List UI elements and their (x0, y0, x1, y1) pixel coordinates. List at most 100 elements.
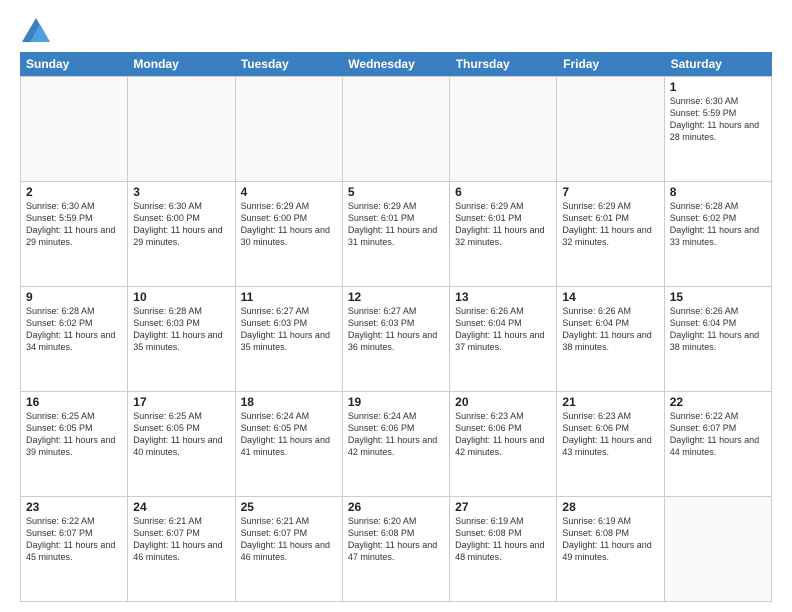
day-number: 14 (562, 290, 658, 304)
day-number: 22 (670, 395, 766, 409)
day-cell-13: 13Sunrise: 6:26 AM Sunset: 6:04 PM Dayli… (450, 287, 557, 392)
day-cell-18: 18Sunrise: 6:24 AM Sunset: 6:05 PM Dayli… (236, 392, 343, 497)
header-day-sunday: Sunday (20, 52, 127, 76)
day-info: Sunrise: 6:21 AM Sunset: 6:07 PM Dayligh… (133, 515, 229, 564)
day-number: 28 (562, 500, 658, 514)
day-info: Sunrise: 6:23 AM Sunset: 6:06 PM Dayligh… (562, 410, 658, 459)
day-number: 17 (133, 395, 229, 409)
day-info: Sunrise: 6:20 AM Sunset: 6:08 PM Dayligh… (348, 515, 444, 564)
empty-cell (665, 497, 772, 602)
calendar-body: 1 Sunrise: 6:30 AM Sunset: 5:59 PM Daylig… (20, 76, 772, 602)
day-cell-10: 10Sunrise: 6:28 AM Sunset: 6:03 PM Dayli… (128, 287, 235, 392)
day-cell-20: 20Sunrise: 6:23 AM Sunset: 6:06 PM Dayli… (450, 392, 557, 497)
calendar-row-3: 16Sunrise: 6:25 AM Sunset: 6:05 PM Dayli… (21, 392, 772, 497)
page: SundayMondayTuesdayWednesdayThursdayFrid… (0, 0, 792, 612)
day-number: 26 (348, 500, 444, 514)
day-info: Sunrise: 6:26 AM Sunset: 6:04 PM Dayligh… (455, 305, 551, 354)
calendar-row-4: 23Sunrise: 6:22 AM Sunset: 6:07 PM Dayli… (21, 497, 772, 602)
day-number: 4 (241, 185, 337, 199)
day-info: Sunrise: 6:19 AM Sunset: 6:08 PM Dayligh… (455, 515, 551, 564)
day-info: Sunrise: 6:28 AM Sunset: 6:03 PM Dayligh… (133, 305, 229, 354)
calendar-row-2: 9Sunrise: 6:28 AM Sunset: 6:02 PM Daylig… (21, 287, 772, 392)
day-info: Sunrise: 6:27 AM Sunset: 6:03 PM Dayligh… (348, 305, 444, 354)
day-cell-6: 6Sunrise: 6:29 AM Sunset: 6:01 PM Daylig… (450, 182, 557, 287)
logo-icon (20, 16, 52, 44)
day-number: 20 (455, 395, 551, 409)
day-number: 18 (241, 395, 337, 409)
day-cell-15: 15Sunrise: 6:26 AM Sunset: 6:04 PM Dayli… (665, 287, 772, 392)
day-info: Sunrise: 6:28 AM Sunset: 6:02 PM Dayligh… (670, 200, 766, 249)
day-info: Sunrise: 6:29 AM Sunset: 6:01 PM Dayligh… (562, 200, 658, 249)
day-number: 24 (133, 500, 229, 514)
day-cell-8: 8Sunrise: 6:28 AM Sunset: 6:02 PM Daylig… (665, 182, 772, 287)
day-info: Sunrise: 6:22 AM Sunset: 6:07 PM Dayligh… (26, 515, 122, 564)
header-day-monday: Monday (127, 52, 234, 76)
day-cell-11: 11Sunrise: 6:27 AM Sunset: 6:03 PM Dayli… (236, 287, 343, 392)
day-number: 10 (133, 290, 229, 304)
day-cell-19: 19Sunrise: 6:24 AM Sunset: 6:06 PM Dayli… (343, 392, 450, 497)
day-info: Sunrise: 6:24 AM Sunset: 6:06 PM Dayligh… (348, 410, 444, 459)
day-number: 7 (562, 185, 658, 199)
day-info: Sunrise: 6:25 AM Sunset: 6:05 PM Dayligh… (133, 410, 229, 459)
day-cell-9: 9Sunrise: 6:28 AM Sunset: 6:02 PM Daylig… (21, 287, 128, 392)
calendar: SundayMondayTuesdayWednesdayThursdayFrid… (20, 52, 772, 602)
header-day-saturday: Saturday (665, 52, 772, 76)
day-number: 6 (455, 185, 551, 199)
day-info: Sunrise: 6:22 AM Sunset: 6:07 PM Dayligh… (670, 410, 766, 459)
day-cell-1: 1Sunrise: 6:30 AM Sunset: 5:59 PM Daylig… (665, 77, 772, 182)
empty-cell (450, 77, 557, 182)
day-cell-17: 17Sunrise: 6:25 AM Sunset: 6:05 PM Dayli… (128, 392, 235, 497)
calendar-header: SundayMondayTuesdayWednesdayThursdayFrid… (20, 52, 772, 76)
day-info: Sunrise: 6:29 AM Sunset: 6:00 PM Dayligh… (241, 200, 337, 249)
logo (20, 16, 56, 44)
day-number: 16 (26, 395, 122, 409)
day-cell-2: 2Sunrise: 6:30 AM Sunset: 5:59 PM Daylig… (21, 182, 128, 287)
day-info: Sunrise: 6:27 AM Sunset: 6:03 PM Dayligh… (241, 305, 337, 354)
day-cell-12: 12Sunrise: 6:27 AM Sunset: 6:03 PM Dayli… (343, 287, 450, 392)
day-number: 11 (241, 290, 337, 304)
day-number: 25 (241, 500, 337, 514)
day-number: 8 (670, 185, 766, 199)
day-info: Sunrise: 6:23 AM Sunset: 6:06 PM Dayligh… (455, 410, 551, 459)
day-cell-26: 26Sunrise: 6:20 AM Sunset: 6:08 PM Dayli… (343, 497, 450, 602)
empty-cell (343, 77, 450, 182)
header (20, 16, 772, 44)
day-cell-3: 3Sunrise: 6:30 AM Sunset: 6:00 PM Daylig… (128, 182, 235, 287)
day-info: Sunrise: 6:30 AM Sunset: 5:59 PM Dayligh… (26, 200, 122, 249)
day-info: Sunrise: 6:29 AM Sunset: 6:01 PM Dayligh… (348, 200, 444, 249)
day-info: Sunrise: 6:30 AM Sunset: 6:00 PM Dayligh… (133, 200, 229, 249)
day-cell-5: 5Sunrise: 6:29 AM Sunset: 6:01 PM Daylig… (343, 182, 450, 287)
day-cell-21: 21Sunrise: 6:23 AM Sunset: 6:06 PM Dayli… (557, 392, 664, 497)
empty-cell (557, 77, 664, 182)
day-number: 12 (348, 290, 444, 304)
day-cell-7: 7Sunrise: 6:29 AM Sunset: 6:01 PM Daylig… (557, 182, 664, 287)
header-day-thursday: Thursday (450, 52, 557, 76)
day-info: Sunrise: 6:19 AM Sunset: 6:08 PM Dayligh… (562, 515, 658, 564)
day-number: 21 (562, 395, 658, 409)
empty-cell (21, 77, 128, 182)
day-cell-4: 4Sunrise: 6:29 AM Sunset: 6:00 PM Daylig… (236, 182, 343, 287)
day-info: Sunrise: 6:26 AM Sunset: 6:04 PM Dayligh… (670, 305, 766, 354)
header-day-wednesday: Wednesday (342, 52, 449, 76)
day-cell-28: 28Sunrise: 6:19 AM Sunset: 6:08 PM Dayli… (557, 497, 664, 602)
header-day-tuesday: Tuesday (235, 52, 342, 76)
day-cell-16: 16Sunrise: 6:25 AM Sunset: 6:05 PM Dayli… (21, 392, 128, 497)
day-cell-14: 14Sunrise: 6:26 AM Sunset: 6:04 PM Dayli… (557, 287, 664, 392)
day-number: 3 (133, 185, 229, 199)
calendar-row-1: 2Sunrise: 6:30 AM Sunset: 5:59 PM Daylig… (21, 182, 772, 287)
day-number: 27 (455, 500, 551, 514)
day-number: 1 (670, 80, 766, 94)
day-number: 13 (455, 290, 551, 304)
day-number: 5 (348, 185, 444, 199)
day-info: Sunrise: 6:28 AM Sunset: 6:02 PM Dayligh… (26, 305, 122, 354)
day-info: Sunrise: 6:26 AM Sunset: 6:04 PM Dayligh… (562, 305, 658, 354)
day-info: Sunrise: 6:21 AM Sunset: 6:07 PM Dayligh… (241, 515, 337, 564)
calendar-row-0: 1Sunrise: 6:30 AM Sunset: 5:59 PM Daylig… (21, 77, 772, 182)
day-cell-22: 22Sunrise: 6:22 AM Sunset: 6:07 PM Dayli… (665, 392, 772, 497)
empty-cell (236, 77, 343, 182)
day-info: Sunrise: 6:29 AM Sunset: 6:01 PM Dayligh… (455, 200, 551, 249)
day-number: 23 (26, 500, 122, 514)
day-number: 15 (670, 290, 766, 304)
day-info: Sunrise: 6:24 AM Sunset: 6:05 PM Dayligh… (241, 410, 337, 459)
day-info: Sunrise: 6:25 AM Sunset: 6:05 PM Dayligh… (26, 410, 122, 459)
